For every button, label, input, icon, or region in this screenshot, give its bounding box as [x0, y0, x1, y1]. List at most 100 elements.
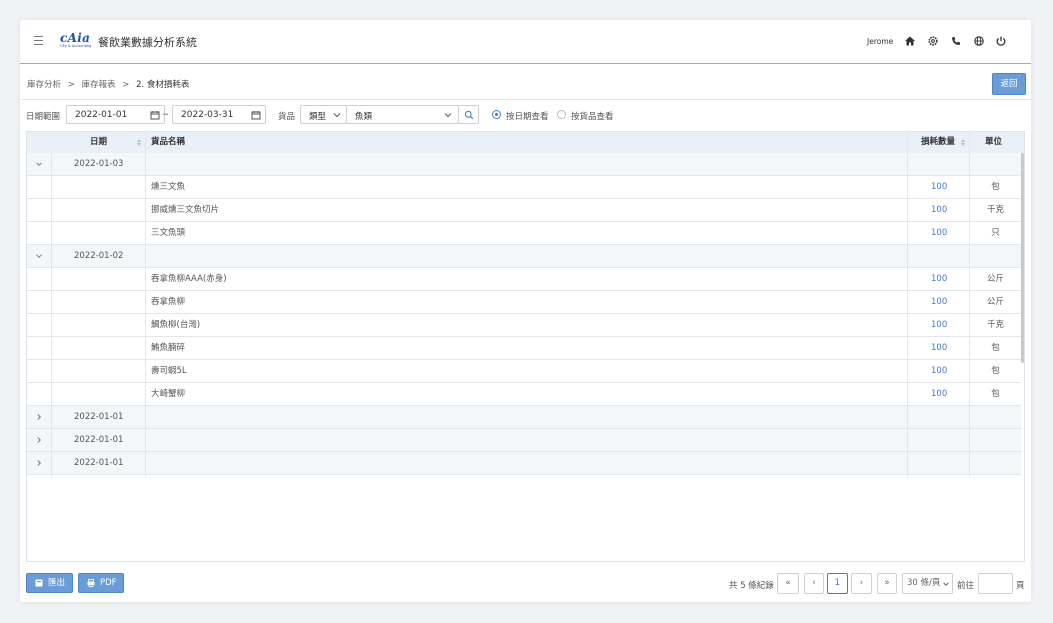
page-size-select[interactable]: 30 條/頁 — [902, 573, 953, 594]
item-name: 鮪魚腩碎 — [151, 343, 186, 353]
logo: cAia City & Accounting — [60, 32, 91, 49]
item-qty: 100 — [931, 205, 948, 215]
phone-icon[interactable] — [950, 35, 962, 47]
table-header: 日期 貨品名稱 損耗數量 單位 — [27, 132, 1024, 154]
column-header-unit[interactable]: 單位 — [985, 132, 1002, 153]
logo-subtext: City & Accounting — [60, 44, 92, 48]
radio-by-date[interactable] — [492, 110, 501, 119]
item-name: 吞拿魚柳AAA(赤身) — [151, 274, 227, 284]
group-date: 2022-01-01 — [74, 435, 124, 445]
item-qty: 100 — [931, 297, 948, 307]
breadcrumb-item[interactable]: 庫存分析 — [27, 80, 61, 90]
globe-icon[interactable] — [973, 35, 985, 47]
item-unit: 包 — [991, 389, 1000, 399]
chevron-down-icon — [443, 110, 453, 120]
item-unit: 包 — [991, 182, 1000, 192]
type-select-value: 類型 — [309, 112, 327, 122]
table-group-row[interactable]: 2022-01-01 — [27, 429, 1021, 452]
next-page-button[interactable]: › — [851, 573, 872, 594]
prev-page-button[interactable]: ‹ — [804, 573, 824, 594]
column-divider — [145, 132, 146, 477]
item-qty: 100 — [931, 320, 948, 330]
item-name: 壽司蝦5L — [151, 366, 187, 376]
table-group-row[interactable]: 2022-01-01 — [27, 452, 1021, 475]
menu-icon[interactable] — [34, 36, 43, 45]
goto-label: 前往 — [957, 581, 975, 591]
item-name: 大崎蟹柳 — [151, 389, 186, 399]
radio-by-goods[interactable] — [557, 110, 566, 119]
page-size-value: 30 條/頁 — [907, 578, 941, 588]
end-date-input[interactable]: 2022-03-31 — [172, 105, 266, 124]
last-page-button[interactable]: » — [877, 573, 897, 594]
item-unit: 包 — [991, 366, 1000, 376]
table-scrollbar[interactable] — [1021, 153, 1024, 363]
breadcrumb-item[interactable]: 庫存報表 — [82, 80, 116, 90]
chevron-down-icon — [943, 582, 949, 586]
end-date-value: 2022-03-31 — [181, 110, 234, 120]
sort-icon[interactable] — [961, 139, 965, 146]
table-group-row[interactable]: 2022-01-02 — [27, 245, 1021, 268]
pdf-button[interactable]: PDF — [78, 573, 124, 593]
power-icon[interactable] — [995, 35, 1007, 47]
first-page-button[interactable]: « — [777, 573, 799, 594]
table-row: 壽司蝦5L 100 包 — [27, 360, 1021, 383]
gear-icon[interactable] — [927, 35, 939, 47]
goods-label: 貨品 — [278, 112, 296, 122]
back-button[interactable]: 返回 — [992, 73, 1026, 95]
column-header-date[interactable]: 日期 — [90, 132, 107, 153]
search-icon — [464, 110, 474, 120]
group-date: 2022-01-01 — [74, 412, 124, 422]
radio-by-date-label[interactable]: 按日期查看 — [506, 110, 549, 122]
date-separator: ~ — [162, 110, 170, 120]
breadcrumb-separator: > — [67, 80, 75, 90]
top-header: cAia City & Accounting 餐飲業數據分析系統 Jerome — [20, 20, 1031, 64]
column-header-name[interactable]: 貨品名稱 — [151, 132, 185, 153]
chevron-right-icon[interactable] — [35, 459, 43, 467]
item-unit: 公斤 — [986, 297, 1004, 307]
printer-icon — [87, 579, 95, 587]
item-name: 挪威燻三文魚切片 — [151, 205, 220, 215]
table-row: 鯛魚柳(台灣) 100 千克 — [27, 314, 1021, 337]
table-row: 大崎蟹柳 100 包 — [27, 383, 1021, 406]
calendar-icon — [251, 110, 261, 120]
page-suffix: 頁 — [1016, 581, 1025, 591]
breadcrumb: 庫存分析 > 庫存報表 > 2. 食材損耗表 — [27, 78, 189, 90]
export-button-label: 匯出 — [48, 578, 66, 588]
table-group-row[interactable]: 2022-01-01 — [27, 406, 1021, 429]
search-button[interactable] — [458, 105, 479, 124]
app-window: cAia City & Accounting 餐飲業數據分析系統 Jerome … — [20, 20, 1031, 602]
calendar-icon — [150, 110, 160, 120]
goto-page-input[interactable] — [978, 573, 1013, 594]
chevron-down-icon[interactable] — [35, 252, 43, 260]
type-select[interactable]: 類型 — [300, 105, 347, 124]
start-date-input[interactable]: 2022-01-01 — [66, 105, 165, 124]
pdf-button-label: PDF — [100, 578, 117, 588]
page-number-current[interactable]: 1 — [827, 573, 848, 594]
item-unit: 包 — [991, 343, 1000, 353]
total-records: 共 5 條紀錄 — [729, 581, 774, 591]
home-icon[interactable] — [904, 35, 916, 47]
item-qty: 100 — [931, 228, 948, 238]
item-qty: 100 — [931, 274, 948, 284]
category-select-value: 魚類 — [355, 112, 373, 122]
export-button[interactable]: 匯出 — [26, 573, 73, 593]
table-row: 挪威燻三文魚切片 100 千克 — [27, 199, 1021, 222]
table-group-row[interactable]: 2022-01-03 — [27, 153, 1021, 176]
date-range-label: 日期範圍 — [26, 112, 61, 122]
chevron-down-icon[interactable] — [35, 160, 43, 168]
divider — [20, 99, 1031, 100]
data-table: 日期 貨品名稱 損耗數量 單位 2022-01-03 燻三文魚 100 包挪威燻三文魚… — [26, 131, 1025, 562]
item-qty: 100 — [931, 343, 948, 353]
column-header-qty[interactable]: 損耗數量 — [921, 132, 955, 153]
radio-by-goods-label[interactable]: 按貨品查看 — [571, 110, 614, 122]
item-name: 燻三文魚 — [151, 182, 186, 192]
category-select[interactable]: 魚類 — [346, 105, 459, 124]
column-divider — [969, 132, 970, 477]
chevron-right-icon[interactable] — [35, 413, 43, 421]
sort-icon[interactable] — [137, 139, 141, 146]
start-date-value: 2022-01-01 — [75, 110, 128, 120]
user-name[interactable]: Jerome — [867, 37, 893, 46]
group-date: 2022-01-02 — [74, 251, 124, 261]
item-unit: 只 — [991, 228, 1000, 238]
chevron-right-icon[interactable] — [35, 436, 43, 444]
